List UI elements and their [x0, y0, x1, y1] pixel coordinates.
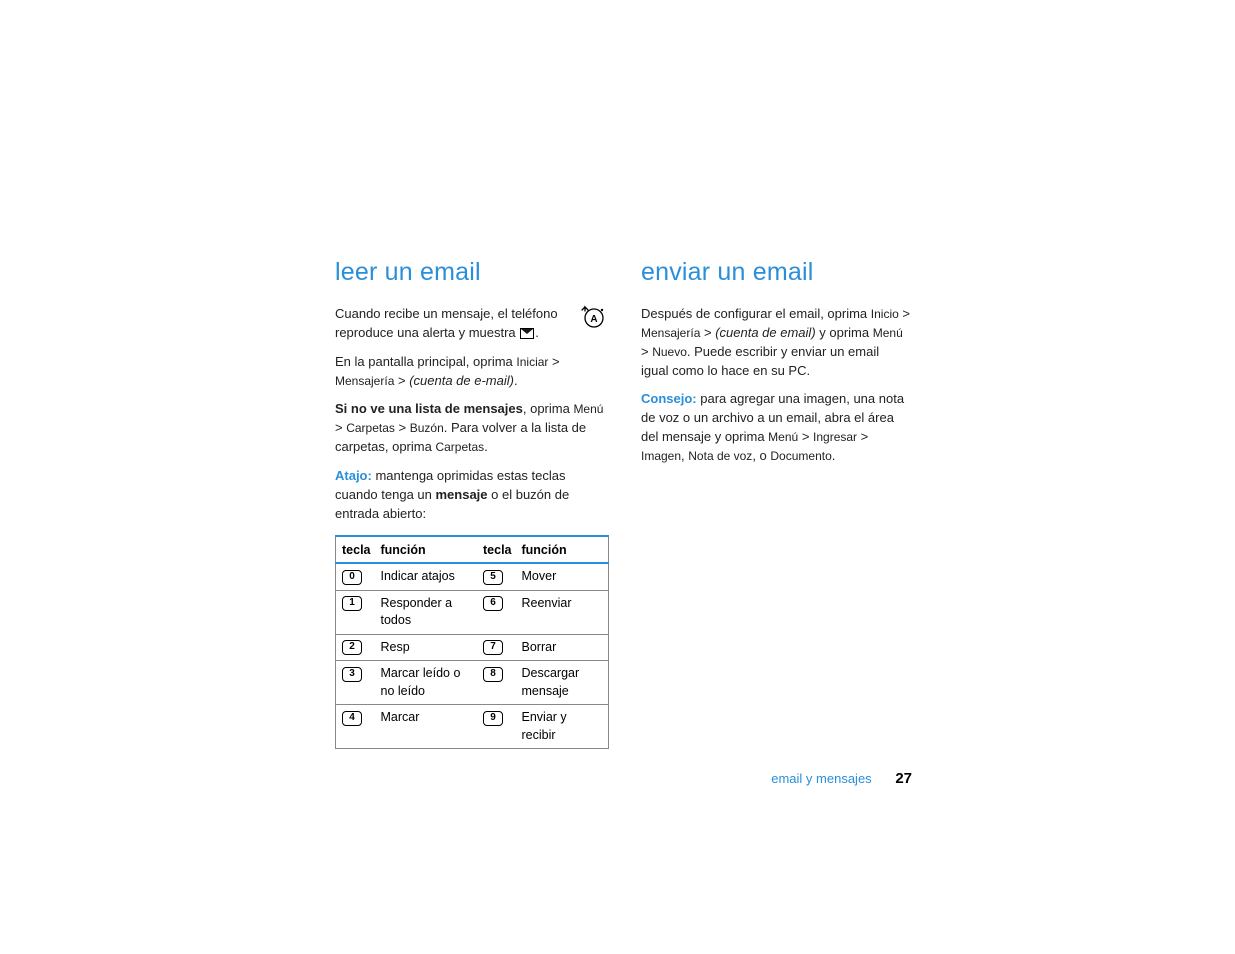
- menu-imagen: Imagen: [641, 449, 681, 463]
- paragraph-send-instructions: Después de configurar el email, oprima I…: [641, 305, 910, 380]
- text: .: [514, 373, 518, 388]
- func-text: Marcar: [375, 705, 478, 749]
- label-consejo: Consejo:: [641, 391, 697, 406]
- text: .: [832, 448, 836, 463]
- page-footer: email y mensajes 27: [771, 770, 912, 787]
- text: , o: [752, 448, 770, 463]
- key-icon: 0: [342, 570, 362, 585]
- key-icon: 1: [342, 596, 362, 611]
- menu-carpetas: Carpetas: [346, 421, 395, 435]
- page-number: 27: [895, 770, 912, 787]
- key-icon: 8: [483, 667, 503, 682]
- func-text: Borrar: [516, 634, 609, 661]
- account-placeholder: (cuenta de email): [715, 325, 815, 340]
- table-row: 0 Indicar atajos 5 Mover: [336, 563, 609, 590]
- text: >: [395, 420, 410, 435]
- text-bold: mensaje: [435, 487, 487, 502]
- text: , oprima: [523, 401, 574, 416]
- heading-read-email: leer un email: [335, 258, 605, 287]
- menu-inicio: Inicio: [871, 307, 899, 321]
- text-bold: Si no ve una lista de mensajes: [335, 401, 523, 416]
- func-text: Resp: [375, 634, 478, 661]
- text: .: [484, 439, 488, 454]
- menu-iniciar: Iniciar: [516, 355, 548, 369]
- text: >: [548, 354, 559, 369]
- key-icon: 5: [483, 570, 503, 585]
- paragraph-open-messaging: En la pantalla principal, oprima Iniciar…: [335, 353, 605, 391]
- menu-menu: Menú: [873, 326, 903, 340]
- two-column-layout: leer un email A Cuando recibe un mensaje…: [335, 258, 910, 749]
- func-text: Marcar leído o no leído: [375, 661, 478, 705]
- col-tecla-2: tecla: [477, 536, 516, 563]
- col-funcion-1: función: [375, 536, 478, 563]
- right-column: enviar un email Después de configurar el…: [641, 258, 910, 749]
- text: >: [394, 373, 409, 388]
- paragraph-tip: Consejo: para agregar una imagen, una no…: [641, 390, 910, 465]
- key-icon: 7: [483, 640, 503, 655]
- menu-documento: Documento: [770, 449, 831, 463]
- text: >: [700, 325, 715, 340]
- text: .: [535, 325, 539, 340]
- text: Después de configurar el email, oprima: [641, 306, 871, 321]
- text: En la pantalla principal, oprima: [335, 354, 516, 369]
- left-column: leer un email A Cuando recibe un mensaje…: [335, 258, 605, 749]
- func-text: Mover: [516, 563, 609, 590]
- menu-ingresar: Ingresar: [813, 430, 857, 444]
- envelope-icon: [520, 328, 534, 339]
- text: >: [798, 429, 813, 444]
- label-atajo: Atajo:: [335, 468, 372, 483]
- col-tecla-1: tecla: [336, 536, 375, 563]
- heading-send-email: enviar un email: [641, 258, 910, 287]
- key-icon: 3: [342, 667, 362, 682]
- menu-mensajeria: Mensajería: [641, 326, 700, 340]
- menu-carpetas-2: Carpetas: [435, 440, 484, 454]
- text: >: [641, 344, 652, 359]
- paragraph-no-messages: Si no ve una lista de mensajes, oprima M…: [335, 400, 605, 457]
- paragraph-alert: Cuando recibe un mensaje, el teléfono re…: [335, 305, 605, 343]
- shortcuts-table: tecla función tecla función 0 Indicar at…: [335, 535, 609, 749]
- func-text: Enviar y recibir: [516, 705, 609, 749]
- key-icon: 6: [483, 596, 503, 611]
- page-content: leer un email A Cuando recibe un mensaje…: [335, 258, 910, 749]
- table-row: 2 Resp 7 Borrar: [336, 634, 609, 661]
- svg-text:A: A: [590, 314, 597, 325]
- func-text: Responder a todos: [375, 590, 478, 634]
- menu-buzon: Buzón: [410, 421, 444, 435]
- table-row: 3 Marcar leído o no leído 8 Descargar me…: [336, 661, 609, 705]
- table-row: 4 Marcar 9 Enviar y recibir: [336, 705, 609, 749]
- col-funcion-2: función: [516, 536, 609, 563]
- section-name: email y mensajes: [771, 771, 871, 786]
- menu-menu: Menú: [573, 402, 603, 416]
- key-icon: 2: [342, 640, 362, 655]
- text: >: [857, 429, 868, 444]
- account-placeholder: (cuenta de e-mail): [409, 373, 514, 388]
- menu-nota-de-voz: Nota de voz: [688, 449, 752, 463]
- text: >: [335, 420, 346, 435]
- func-text: Indicar atajos: [375, 563, 478, 590]
- key-icon: 4: [342, 711, 362, 726]
- table-row: 1 Responder a todos 6 Reenviar: [336, 590, 609, 634]
- text: y oprima: [816, 325, 873, 340]
- func-text: Reenviar: [516, 590, 609, 634]
- text: >: [899, 306, 910, 321]
- menu-menu: Menú: [768, 430, 798, 444]
- menu-mensajeria: Mensajería: [335, 374, 394, 388]
- key-icon: 9: [483, 711, 503, 726]
- paragraph-shortcut-intro: Atajo: mantenga oprimidas estas teclas c…: [335, 467, 605, 524]
- menu-nuevo: Nuevo: [652, 345, 687, 359]
- feature-badge-icon: A: [575, 305, 605, 334]
- func-text: Descargar mensaje: [516, 661, 609, 705]
